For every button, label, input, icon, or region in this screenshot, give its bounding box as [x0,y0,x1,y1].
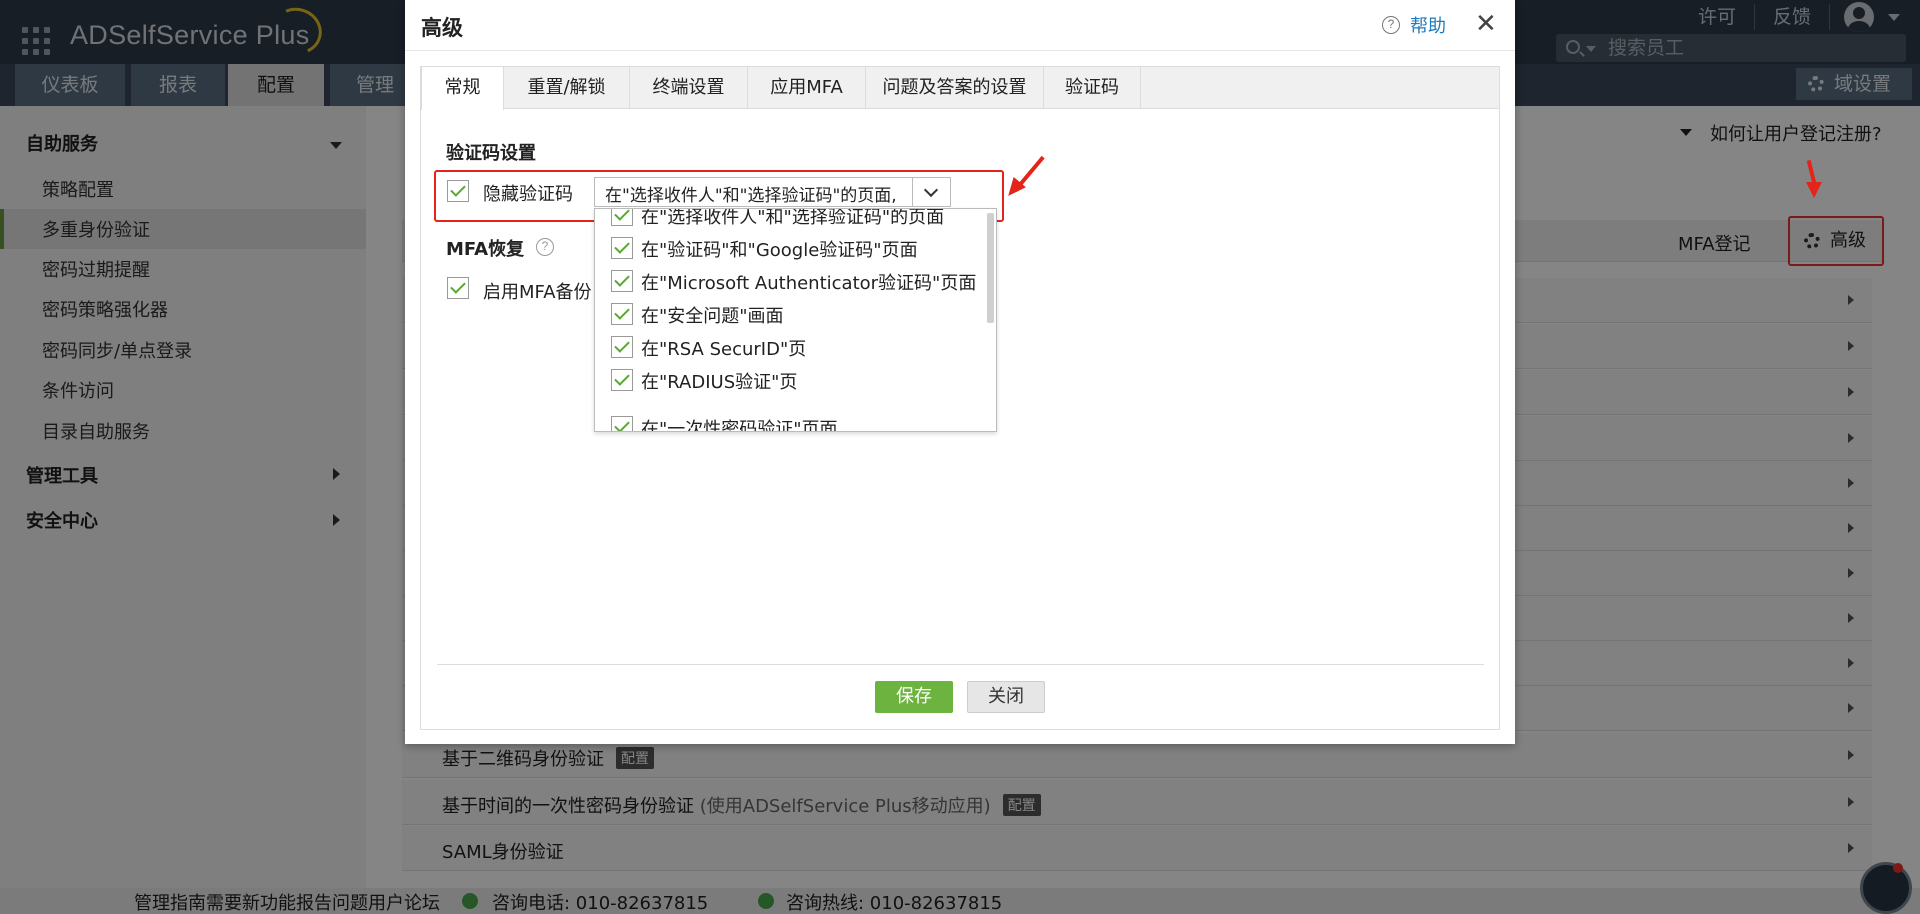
help-link[interactable]: ? 帮助 [1382,12,1446,38]
option-checkbox[interactable] [611,303,633,325]
option-label: 在"RADIUS验证"页 [641,372,798,393]
close-button[interactable]: 关闭 [967,681,1045,713]
option-label: 在"RSA SecurID"页 [641,339,807,360]
hide-captcha-checkbox[interactable] [447,180,469,202]
list-item[interactable]: 在"一次性密码验证"页面 [611,411,991,432]
list-item[interactable]: 在"验证码"和"Google验证码"页面 [611,232,991,265]
dropdown-scrollbar[interactable] [987,213,994,323]
save-button[interactable]: 保存 [875,681,953,713]
option-checkbox[interactable] [611,209,633,226]
option-checkbox[interactable] [611,270,633,292]
option-label: 在"一次性密码验证"页面 [641,419,838,432]
option-label: 在"选择收件人"和"选择验证码"的页面 [641,208,945,228]
list-item[interactable]: 在"RADIUS验证"页 [611,364,991,397]
list-item[interactable]: 在"Microsoft Authenticator验证码"页面 [611,265,991,298]
divider [437,664,1484,665]
help-icon: ? [1382,16,1400,34]
option-label: 在"验证码"和"Google验证码"页面 [641,240,918,261]
enable-mfa-backup-checkbox[interactable] [447,277,469,299]
tab-captcha[interactable]: 验证码 [1044,67,1141,109]
tab-reset-unlock[interactable]: 重置/解锁 [504,67,630,109]
help-icon[interactable]: ? [536,238,554,256]
option-checkbox[interactable] [611,369,633,391]
option-checkbox[interactable] [611,416,633,431]
list-item[interactable]: 在"选择收件人"和"选择验证码"的页面 [611,208,991,232]
chevron-down-icon[interactable] [912,178,950,206]
tab-apply-mfa[interactable]: 应用MFA [748,67,866,109]
annotation-arrowhead [1806,182,1822,198]
option-label: 在"Microsoft Authenticator验证码"页面 [641,273,977,294]
captcha-page-dropdown-list[interactable]: 在"选择收件人"和"选择验证码"的页面 在"验证码"和"Google验证码"页面… [594,208,997,432]
mfa-recovery-heading: MFA恢复 [446,239,525,260]
help-label: 帮助 [1410,16,1446,37]
tab-qa-settings[interactable]: 问题及答案的设置 [866,67,1044,109]
dialog-title: 高级 [421,16,463,40]
option-checkbox[interactable] [611,336,633,358]
list-item[interactable]: 在"安全问题"画面 [611,298,991,331]
enable-mfa-backup-label: 启用MFA备份 [483,282,592,303]
tab-endpoint-settings[interactable]: 终端设置 [630,67,748,109]
close-icon[interactable]: ✕ [1475,8,1497,39]
captcha-settings-heading: 验证码设置 [446,143,536,164]
divider [405,50,1515,51]
tab-general[interactable]: 常规 [421,67,504,110]
list-item[interactable]: 在"RSA SecurID"页 [611,331,991,364]
hide-captcha-select[interactable]: 在"选择收件人"和"选择验证码"的页面, [594,177,951,207]
hide-captcha-selected-value: 在"选择收件人"和"选择验证码"的页面, [605,186,897,206]
option-checkbox[interactable] [611,237,633,259]
option-label: 在"安全问题"画面 [641,306,784,327]
dialog-tabs: 常规 重置/解锁 终端设置 应用MFA 问题及答案的设置 验证码 [421,67,1499,110]
hide-captcha-label: 隐藏验证码 [483,184,573,205]
